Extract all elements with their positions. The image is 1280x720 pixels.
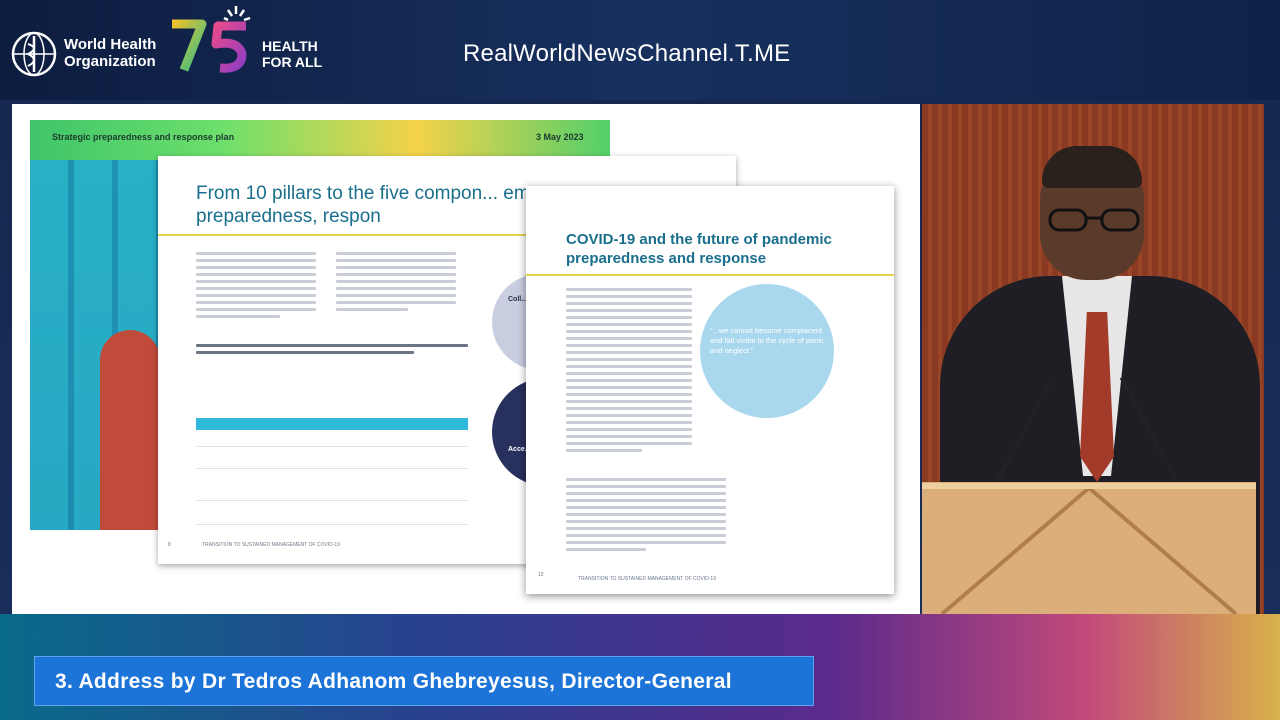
left-page-table-caption: [196, 344, 468, 358]
podium: [922, 482, 1256, 614]
left-page-footer: TRANSITION TO SUSTAINED MANAGEMENT OF CO…: [202, 542, 340, 548]
channel-watermark: RealWorldNewsChannel.T.ME: [463, 40, 791, 67]
left-page-number: 8: [168, 542, 171, 548]
table-row: [196, 468, 468, 469]
org-name-line2: Organization: [64, 53, 156, 70]
podium-panel-lines: [922, 482, 1256, 614]
table-row: [196, 524, 468, 525]
right-page-accent-rule: [526, 274, 894, 276]
right-page-title: COVID-19 and the future of pandemic prep…: [566, 231, 832, 267]
right-page-text-column: [566, 288, 692, 456]
report-page-right: COVID-19 and the future of pandemic prep…: [526, 186, 894, 594]
cover-date: 3 May 2023: [536, 132, 584, 142]
health-for-all-tagline: HEALTH FOR ALL: [262, 38, 322, 70]
left-page-text-column: [336, 252, 456, 315]
agenda-item-caption: 3. Address by Dr Tedros Adhanom Ghebreye…: [55, 670, 732, 693]
right-page-text-column: [566, 478, 726, 555]
right-page-number: 12: [538, 572, 544, 578]
who-wordmark: World Health Organization: [64, 36, 156, 70]
broadcast-header: World Health Organization HEALTH FOR ALL…: [0, 0, 1280, 100]
anniversary-75-logo: [172, 6, 251, 73]
table-row: [196, 500, 468, 501]
lower-third-caption: 3. Address by Dr Tedros Adhanom Ghebreye…: [34, 656, 814, 706]
cover-photo-person: [100, 330, 160, 530]
cover-strip-text: Strategic preparedness and response plan: [52, 132, 235, 142]
table-row: [196, 446, 468, 447]
tagline-line1: HEALTH: [262, 38, 318, 54]
org-name-line1: World Health: [64, 36, 157, 53]
speaker-hair: [1042, 146, 1142, 188]
pull-quote: “...we cannot become complacent and fall…: [710, 326, 824, 355]
tagline-line2: FOR ALL: [262, 54, 323, 70]
presentation-slide: Strategic preparedness and response plan…: [12, 104, 920, 614]
left-page-text-column: [196, 252, 316, 322]
right-page-footer: TRANSITION TO SUSTAINED MANAGEMENT OF CO…: [578, 576, 716, 582]
who-emblem-icon: [11, 31, 57, 77]
left-page-table-header: [196, 418, 468, 430]
glasses-icon: [1048, 208, 1140, 232]
